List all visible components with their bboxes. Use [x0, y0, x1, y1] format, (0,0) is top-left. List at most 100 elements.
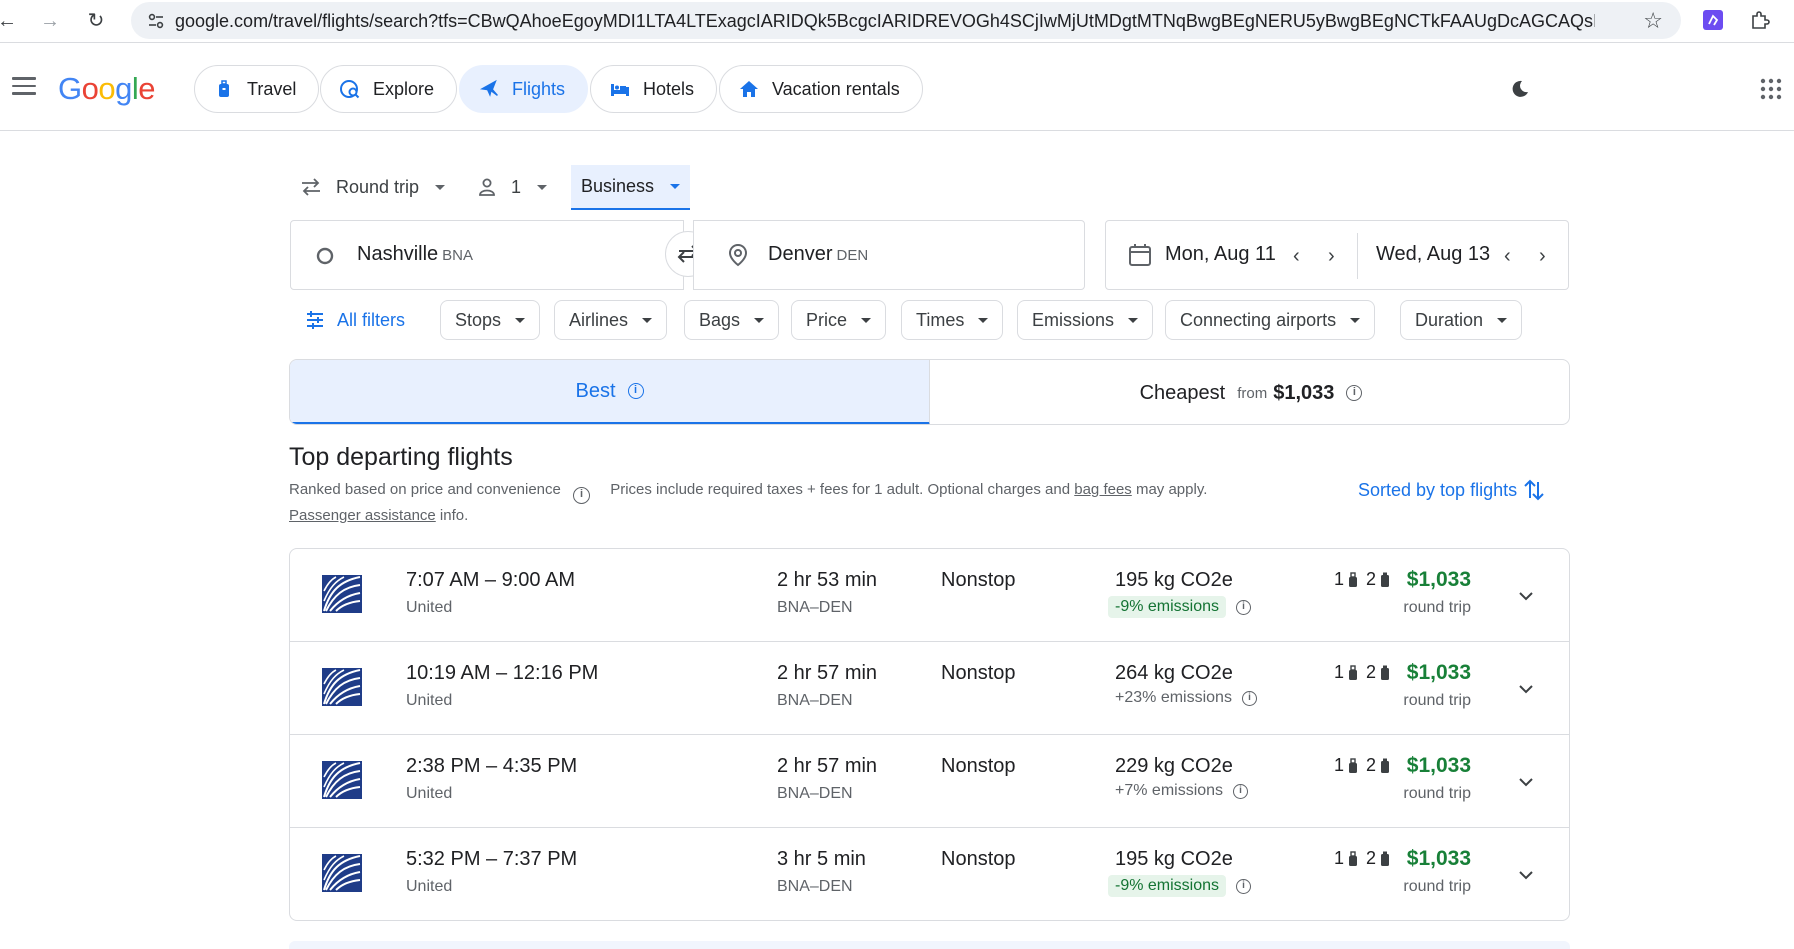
- nav-hotels-label: Hotels: [643, 78, 695, 99]
- filter-duration[interactable]: Duration: [1400, 300, 1523, 340]
- nav-explore-label: Explore: [373, 78, 435, 99]
- reload-icon[interactable]: ↻: [83, 8, 109, 34]
- airplane-icon: [479, 79, 498, 97]
- expand-chevron-down-icon[interactable]: [1517, 773, 1535, 791]
- expand-chevron-down-icon[interactable]: [1517, 866, 1535, 884]
- bookmark-star-icon[interactable]: ☆: [1643, 8, 1663, 34]
- bed-icon: [611, 84, 629, 96]
- main-menu-icon[interactable]: [12, 77, 36, 97]
- filter-connecting-airports[interactable]: Connecting airports: [1165, 300, 1376, 340]
- cabin-class-select[interactable]: Business: [571, 165, 691, 210]
- passenger-assistance-link[interactable]: Passenger assistance: [289, 507, 436, 524]
- filter-price-caret-icon: [861, 317, 872, 323]
- flight-times: 7:07 AM – 9:00 AM: [406, 569, 575, 591]
- emissions-info-icon[interactable]: i: [1236, 599, 1252, 615]
- nav-hotels[interactable]: Hotels: [590, 65, 718, 113]
- passengers-select[interactable]: 1: [467, 165, 557, 209]
- flight-duration: 2 hr 57 min: [777, 662, 878, 684]
- destination-code: DEN: [836, 247, 869, 264]
- nav-flights[interactable]: Flights: [459, 65, 589, 113]
- depart-date[interactable]: Mon, Aug 11: [1165, 243, 1276, 266]
- filter-airlines-caret-icon: [642, 317, 653, 323]
- filter-price[interactable]: Price: [791, 300, 887, 340]
- checked-bag-icon: [1381, 851, 1390, 866]
- apps-grid-icon[interactable]: [1760, 78, 1782, 100]
- explore-globe-icon: [340, 80, 360, 99]
- trip-type-select[interactable]: Round trip: [290, 165, 455, 209]
- return-date[interactable]: Wed, Aug 13: [1376, 243, 1490, 266]
- filter-times[interactable]: Times: [901, 300, 1004, 340]
- emissions-info-icon[interactable]: i: [1241, 690, 1257, 706]
- destination-field[interactable]: Denver DEN: [693, 220, 1085, 290]
- extension-icon[interactable]: [1702, 9, 1724, 31]
- dark-mode-moon-icon[interactable]: [1510, 79, 1530, 99]
- depart-prev-chevron-icon[interactable]: ‹: [1293, 245, 1300, 268]
- emissions-info: -9% emissions i: [1108, 875, 1252, 897]
- address-bar[interactable]: google.com/travel/flights/search?tfs=CBw…: [131, 2, 1681, 39]
- next-section-edge: [289, 941, 1570, 949]
- filter-connecting-airports-caret-icon: [1350, 317, 1361, 323]
- return-prev-chevron-icon[interactable]: ‹: [1504, 245, 1511, 268]
- calendar-icon: [1129, 244, 1151, 266]
- location-pin-icon: [728, 243, 748, 267]
- tab-cheapest-label: Cheapest: [1139, 381, 1226, 404]
- price-note: round trip: [1403, 692, 1471, 709]
- extensions-puzzle-icon[interactable]: [1749, 9, 1771, 31]
- checked-bag-count: 2: [1366, 569, 1377, 589]
- expand-chevron-down-icon[interactable]: [1517, 680, 1535, 698]
- all-filters-label: All filters: [337, 309, 406, 330]
- airline-name: United: [406, 878, 453, 895]
- tab-best-label: Best: [575, 379, 616, 402]
- bag-fees-link[interactable]: bag fees: [1074, 481, 1132, 498]
- best-info-icon[interactable]: i: [627, 383, 644, 399]
- united-airlines-logo: [320, 571, 364, 615]
- flight-row[interactable]: 5:32 PM – 7:37 PM United 3 hr 5 min BNA–DEN…: [290, 828, 1569, 920]
- prices-note-b: may apply.: [1131, 481, 1208, 498]
- sort-button[interactable]: Sorted by top flights: [1358, 478, 1545, 502]
- url-text[interactable]: google.com/travel/flights/search?tfs=CBw…: [175, 11, 1595, 32]
- cheapest-info-icon[interactable]: i: [1346, 385, 1363, 401]
- flight-stops: Nonstop: [941, 662, 1016, 684]
- baggage-info: 12: [1334, 569, 1398, 590]
- flight-row[interactable]: 10:19 AM – 12:16 PM United 2 hr 57 min BNA–…: [290, 642, 1569, 735]
- depart-next-chevron-icon[interactable]: ›: [1328, 245, 1335, 268]
- emissions-info-icon[interactable]: i: [1233, 783, 1249, 799]
- cabin-class-value: Business: [581, 176, 655, 196]
- emissions-info-icon[interactable]: i: [1236, 878, 1252, 894]
- emissions-info: +23% emissions i: [1115, 689, 1257, 707]
- nav-explore[interactable]: Explore: [320, 65, 458, 113]
- filter-airlines[interactable]: Airlines: [554, 300, 668, 340]
- filter-times-caret-icon: [978, 317, 989, 323]
- filter-airlines-label: Airlines: [569, 309, 629, 330]
- flight-price: $1,033: [1406, 754, 1471, 777]
- google-logo[interactable]: Google: [58, 71, 156, 107]
- results-subtext: Ranked based on price and convenience i …: [289, 481, 1207, 504]
- origin-field[interactable]: Nashville BNA: [290, 220, 684, 290]
- ranking-info-icon[interactable]: i: [573, 487, 591, 504]
- date-range-field[interactable]: Mon, Aug 11 ‹ › Wed, Aug 13 ‹ ›: [1105, 220, 1569, 290]
- filter-bags[interactable]: Bags: [684, 300, 780, 340]
- nav-travel-label: Travel: [247, 78, 297, 99]
- sort-tabs: Best i Cheapest from $1,033 i: [289, 359, 1570, 425]
- app-header: Google Travel Explore Flights Hotels Vac…: [0, 43, 1794, 130]
- return-next-chevron-icon[interactable]: ›: [1539, 245, 1546, 268]
- baggage-info: 12: [1334, 662, 1398, 683]
- filter-stops[interactable]: Stops: [440, 300, 541, 340]
- filter-emissions[interactable]: Emissions: [1017, 300, 1154, 340]
- forward-arrow-icon[interactable]: →: [37, 8, 63, 34]
- nav-vacation-rentals[interactable]: Vacation rentals: [719, 65, 923, 113]
- expand-chevron-down-icon[interactable]: [1517, 587, 1535, 605]
- filter-price-label: Price: [806, 309, 848, 330]
- flight-row[interactable]: 2:38 PM – 4:35 PM United 2 hr 57 min BNA–DE…: [290, 735, 1569, 828]
- flight-row[interactable]: 7:07 AM – 9:00 AM United 2 hr 53 min BNA–DE…: [290, 549, 1569, 642]
- all-filters-button[interactable]: All filters: [305, 300, 405, 340]
- tab-best[interactable]: Best i: [290, 360, 930, 424]
- site-settings-icon[interactable]: [147, 12, 165, 30]
- prices-note-a: Prices include required taxes + fees for…: [610, 481, 1075, 498]
- back-arrow-icon[interactable]: ←: [0, 8, 20, 34]
- passengers-caret-icon: [537, 184, 548, 190]
- nav-travel[interactable]: Travel: [194, 65, 320, 113]
- filter-stops-caret-icon: [515, 317, 526, 323]
- airline-name: United: [406, 599, 453, 616]
- tab-cheapest[interactable]: Cheapest from $1,033 i: [931, 360, 1569, 424]
